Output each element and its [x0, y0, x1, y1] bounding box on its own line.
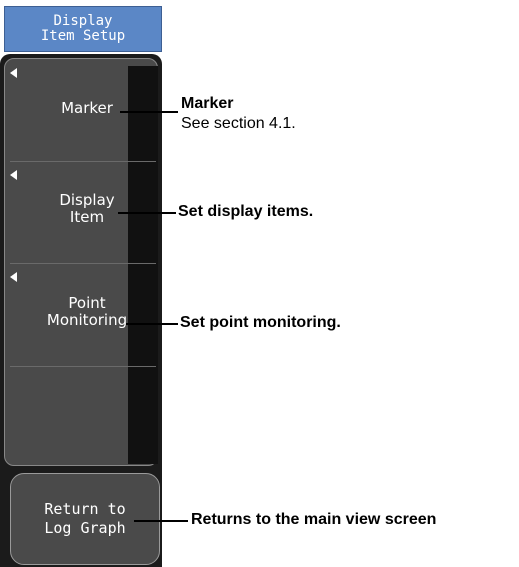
display-item-softkey[interactable]: Display Item [8, 164, 158, 264]
display-item-leader-line [118, 212, 176, 214]
display-item-softkey-label: Display Item [59, 191, 115, 226]
caret-left-icon [10, 170, 17, 180]
return-leader-line [134, 520, 188, 522]
point-monitoring-leader-line [126, 323, 178, 325]
point-monitoring-callout: Set point monitoring. [180, 314, 341, 331]
caret-left-icon [10, 272, 17, 282]
return-key-label: Return to Log Graph [44, 500, 126, 537]
menu-title-text: Display Item Setup [40, 13, 126, 44]
caret-left-icon [10, 68, 17, 78]
menu-title: Display Item Setup [4, 6, 162, 52]
softkey-divider [10, 366, 156, 367]
point-monitoring-softkey[interactable]: Point Monitoring [8, 266, 158, 366]
display-item-callout: Set display items. [178, 203, 314, 220]
marker-callout-title: Marker [181, 95, 234, 112]
return-callout: Returns to the main view screen [191, 511, 437, 528]
marker-softkey-label: Marker [61, 99, 113, 117]
return-to-log-graph-button[interactable]: Return to Log Graph [10, 473, 160, 565]
marker-callout-note: See section 4.1. [181, 115, 296, 132]
marker-leader-line [120, 111, 178, 113]
marker-callout: Marker See section 4.1. [181, 94, 296, 134]
